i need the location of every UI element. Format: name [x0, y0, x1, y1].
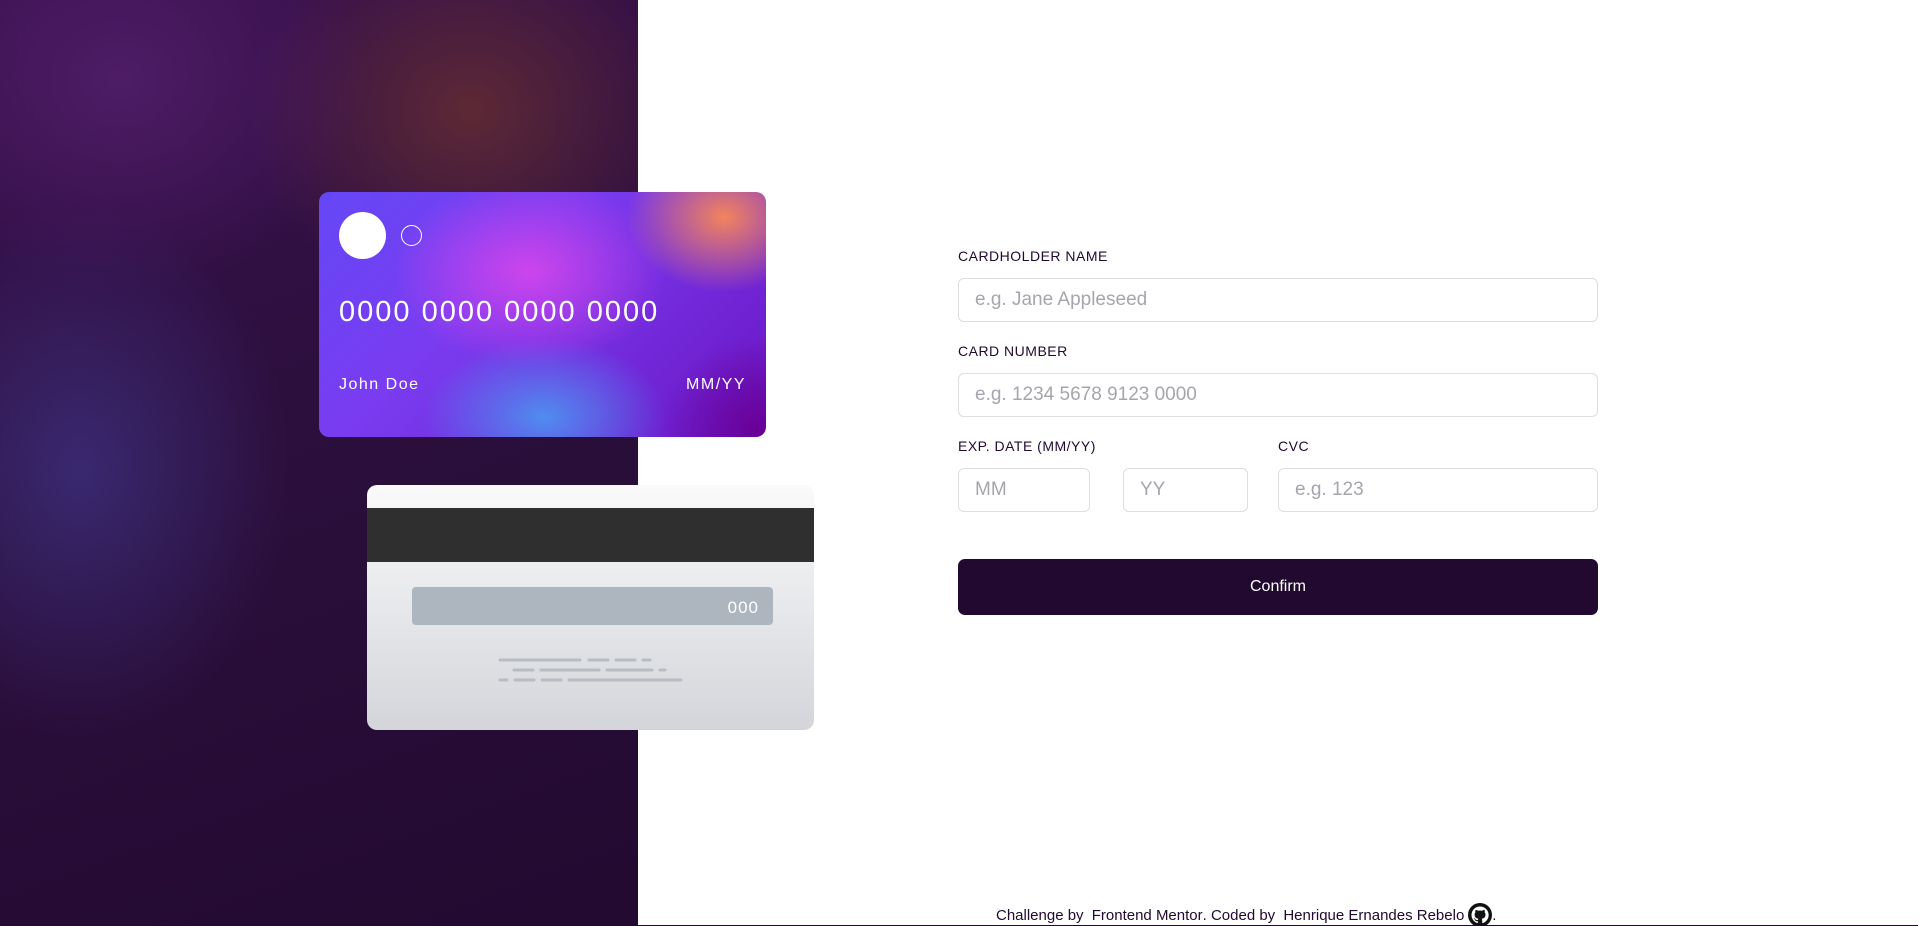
cvc-input[interactable] — [1278, 468, 1598, 512]
footer-suffix: . — [1492, 906, 1497, 924]
exp-date-label: EXP. DATE (MM/YY) — [958, 438, 1096, 454]
footer-middle: . Coded by — [1202, 906, 1280, 924]
card-logo-circle-small — [401, 225, 422, 246]
exp-year-input[interactable] — [1123, 468, 1248, 512]
attribution-footer: Challenge by Frontend Mentor . Coded by … — [996, 903, 1496, 926]
exp-month-input[interactable] — [958, 468, 1090, 512]
github-icon[interactable] — [1468, 903, 1493, 926]
card-front-name: John Doe — [339, 376, 420, 393]
frontend-mentor-link[interactable]: Frontend Mentor — [1092, 907, 1203, 924]
author-link[interactable]: Henrique Ernandes Rebelo — [1283, 907, 1464, 924]
cardholder-name-label: CARDHOLDER NAME — [958, 248, 1108, 264]
card-number-input[interactable] — [958, 373, 1598, 417]
card-logo-circle-large — [339, 212, 386, 259]
card-front: 0000 0000 0000 0000 John Doe MM/YY — [319, 192, 766, 437]
background-panel — [0, 0, 638, 926]
card-number-label: CARD NUMBER — [958, 343, 1068, 359]
card-back: 000 — [367, 485, 814, 730]
card-front-number: 0000 0000 0000 0000 — [339, 296, 660, 328]
footer-prefix: Challenge by — [996, 906, 1088, 924]
cvc-label: CVC — [1278, 438, 1310, 454]
card-front-expiry: MM/YY — [686, 376, 746, 393]
card-back-fine-print — [498, 658, 683, 682]
confirm-button[interactable]: Confirm — [958, 559, 1598, 615]
cardholder-name-input[interactable] — [958, 278, 1598, 322]
